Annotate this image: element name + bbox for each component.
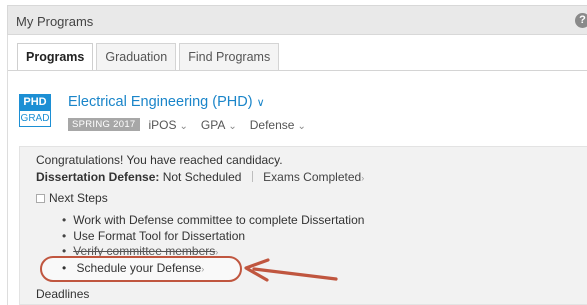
- annotation-arrow-icon: [244, 258, 338, 282]
- divider: [251, 171, 253, 182]
- degree-badge: PHD GRAD: [19, 94, 51, 127]
- defense-label: Defense: [249, 117, 295, 132]
- panel-header: My Programs ?: [7, 5, 587, 35]
- tab-find-programs[interactable]: Find Programs: [179, 43, 280, 71]
- chevron-right-icon: ›: [361, 173, 365, 183]
- congrats-message: Congratulations! You have reached candid…: [36, 153, 283, 167]
- collapse-icon: [36, 193, 45, 203]
- defense-status-value: Not Scheduled: [162, 170, 242, 184]
- chevron-down-icon: ⌄: [297, 120, 306, 132]
- next-steps-list: Work with Defense committee to complete …: [62, 213, 364, 260]
- next-steps-toggle[interactable]: Next Steps: [36, 191, 108, 205]
- help-icon[interactable]: ?: [575, 13, 587, 28]
- exams-completed-label: Exams Completed: [263, 170, 362, 184]
- tab-graduation[interactable]: Graduation: [96, 43, 177, 71]
- list-item: Work with Defense committee to complete …: [62, 213, 364, 229]
- defense-status-label: Dissertation Defense:: [36, 170, 160, 184]
- schedule-defense-link[interactable]: Schedule your Defense›: [62, 261, 205, 275]
- degree-badge-level: PHD: [19, 94, 51, 111]
- next-steps-label: Next Steps: [49, 191, 108, 205]
- defense-status-line: Dissertation Defense: Not Scheduled Exam…: [36, 170, 364, 184]
- chevron-down-icon: ⌄: [228, 120, 237, 132]
- program-meta-row: SPRING 2017 iPOS ⌄ GPA ⌄ Defense ⌄: [68, 116, 319, 133]
- tab-programs[interactable]: Programs: [17, 43, 94, 71]
- step-text: Work with Defense committee to complete …: [73, 213, 365, 227]
- list-item: Use Format Tool for Dissertation: [62, 229, 364, 245]
- exams-completed-link[interactable]: Exams Completed›: [263, 170, 364, 184]
- chevron-right-icon: ›: [201, 264, 205, 274]
- chevron-down-icon: ⌄: [179, 120, 188, 132]
- step-text: Use Format Tool for Dissertation: [73, 228, 246, 243]
- tab-bar: Programs Graduation Find Programs: [17, 43, 282, 71]
- ipos-dropdown[interactable]: iPOS ⌄: [149, 118, 188, 132]
- degree-badge-career: GRAD: [19, 111, 51, 127]
- program-title: Electrical Engineering (PHD): [68, 94, 253, 110]
- chevron-down-icon: ∨: [256, 97, 265, 109]
- ipos-label: iPOS: [148, 117, 177, 132]
- gpa-label: GPA: [200, 117, 226, 132]
- panel-title: My Programs: [16, 14, 94, 29]
- deadlines-heading: Deadlines: [36, 287, 90, 301]
- tab-divider: [8, 70, 587, 71]
- schedule-defense-label: Schedule your Defense: [76, 261, 202, 275]
- gpa-dropdown[interactable]: GPA ⌄: [201, 118, 237, 132]
- term-badge: SPRING 2017: [68, 118, 140, 131]
- defense-dropdown[interactable]: Defense ⌄: [250, 118, 306, 132]
- program-title-link[interactable]: Electrical Engineering (PHD) ∨: [68, 94, 265, 110]
